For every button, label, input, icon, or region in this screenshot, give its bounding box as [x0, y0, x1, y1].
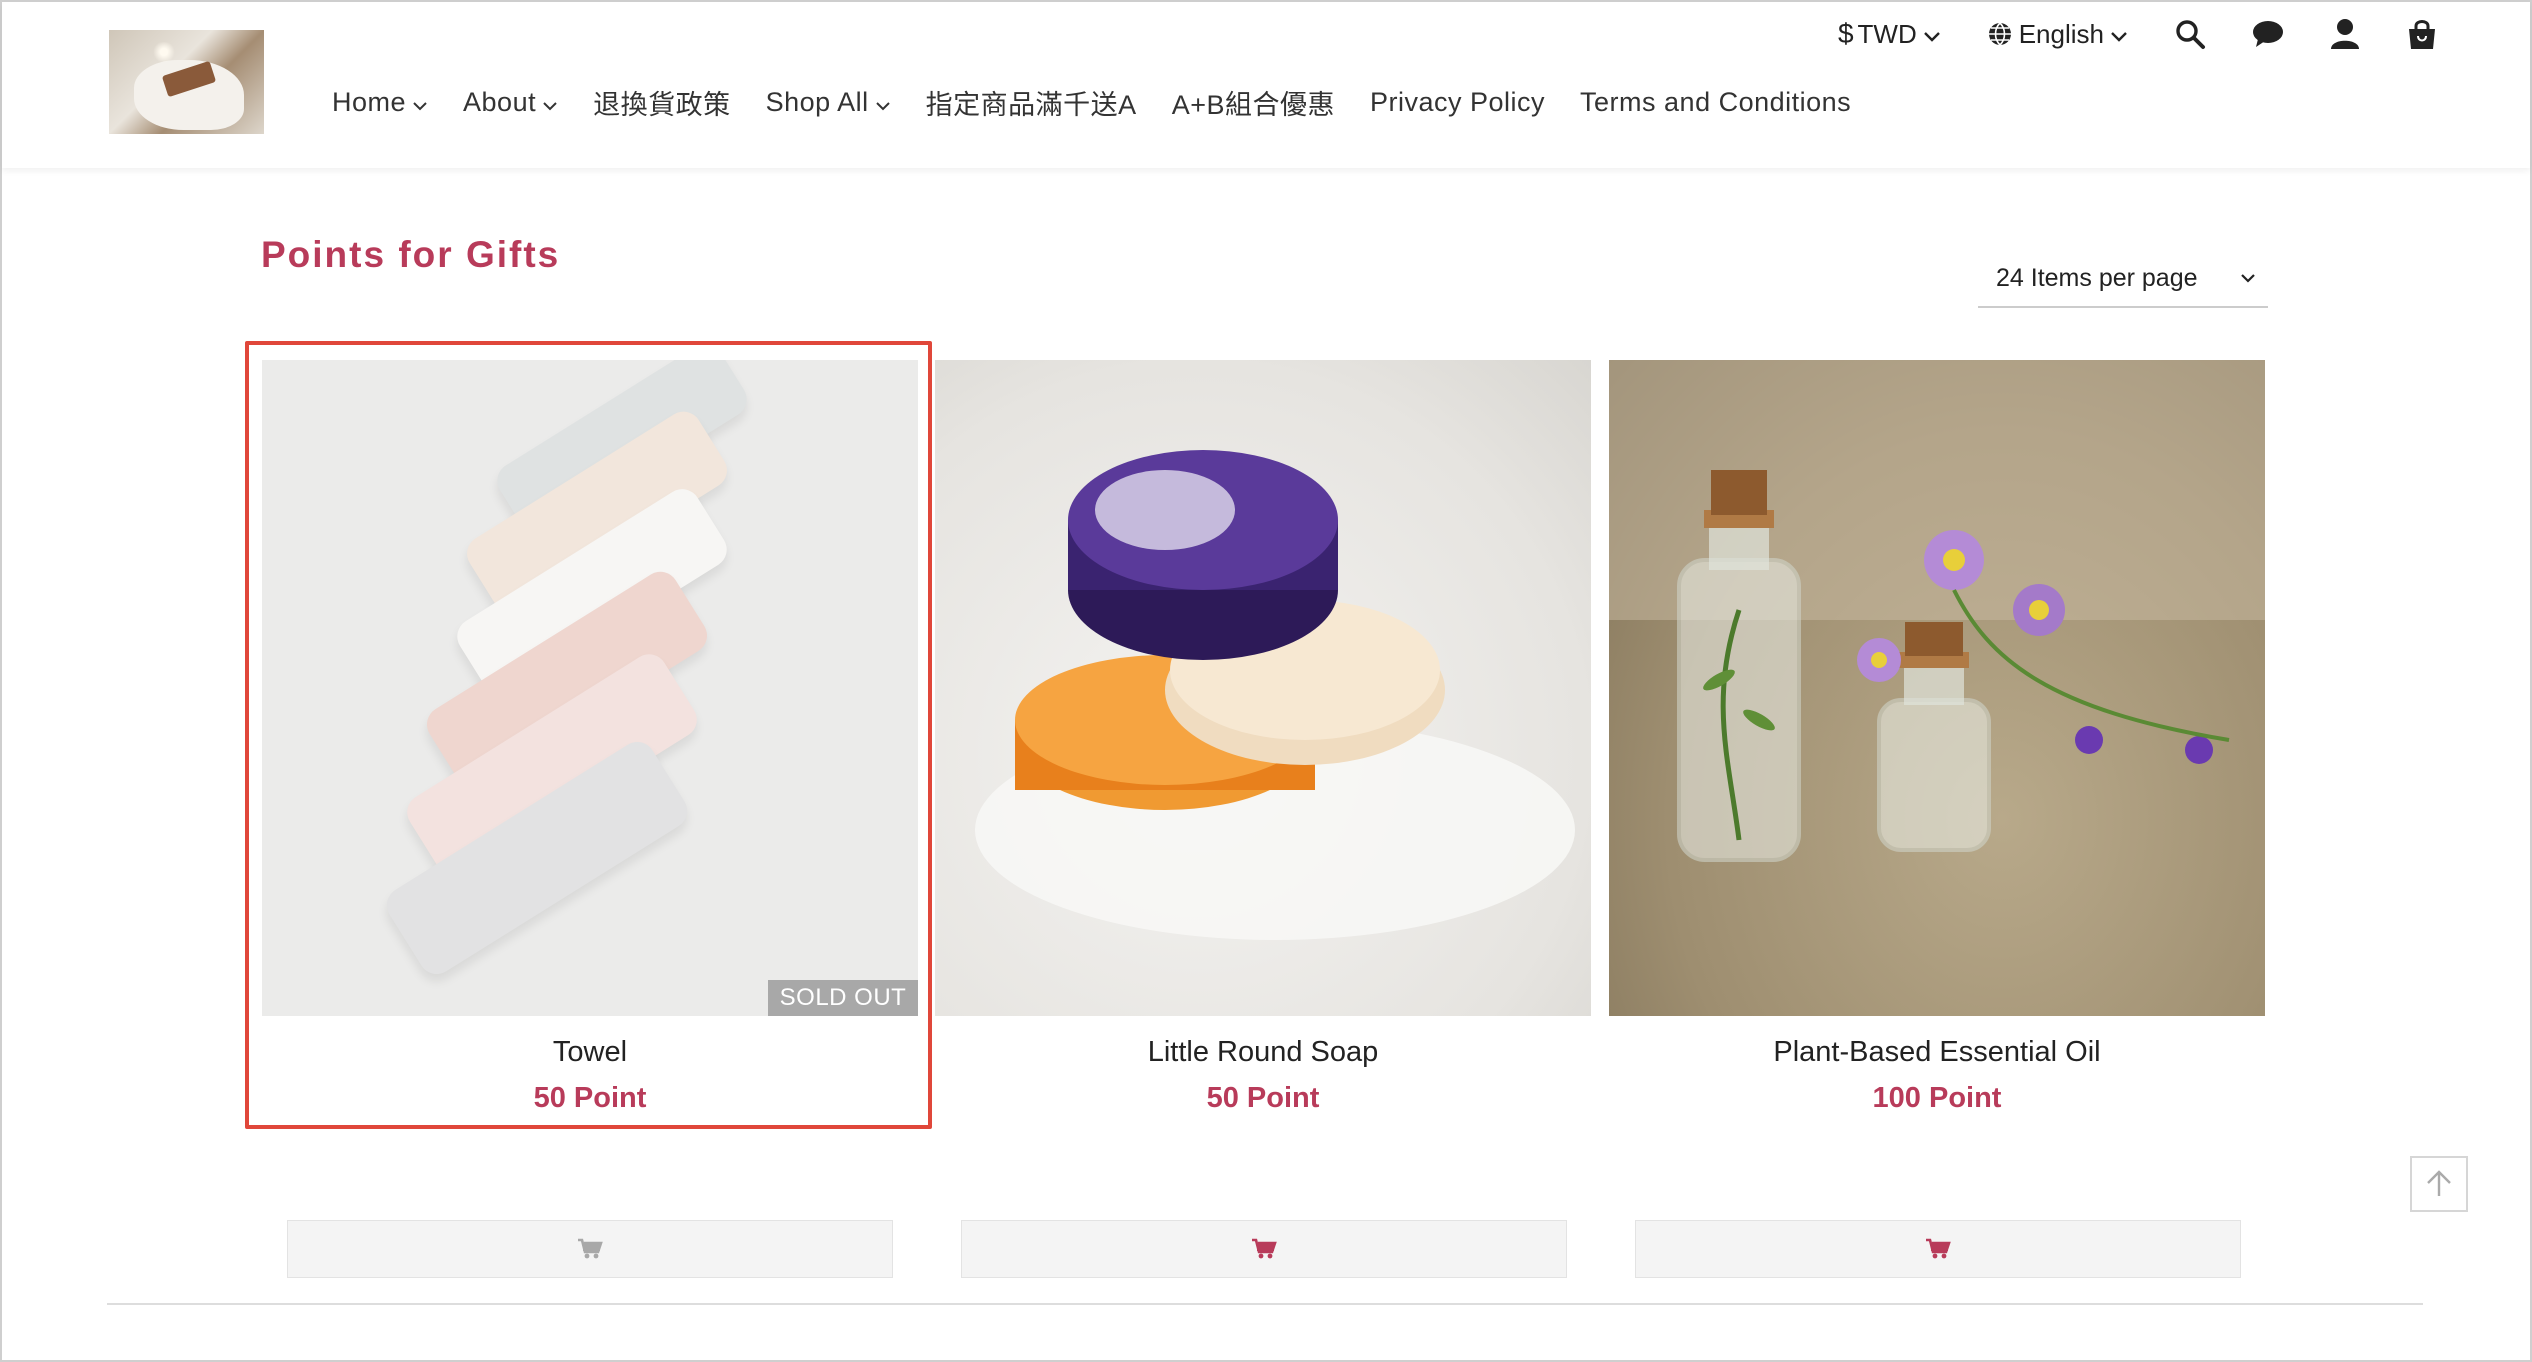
chevron-down-icon	[412, 87, 428, 118]
currency-label: TWD	[1857, 18, 1917, 49]
nav-item-promo-a[interactable]: 指定商品滿千送A	[926, 83, 1137, 122]
add-to-cart-button-essential-oil[interactable]	[1635, 1220, 2241, 1278]
language-selector[interactable]: English	[1987, 19, 2128, 50]
chevron-down-icon	[875, 87, 891, 118]
nav-item-return-policy[interactable]: 退換貨政策	[593, 83, 731, 122]
items-per-page-select[interactable]: 24 Items per page	[1978, 250, 2268, 308]
nav-item-combo-offer[interactable]: A+B組合優惠	[1172, 83, 1335, 122]
main-nav: Home About 退換貨政策 Shop All 指定商品滿千送A A+B組合…	[332, 82, 1886, 122]
nav-item-home[interactable]: Home	[332, 87, 428, 118]
page-title: Points for Gifts	[261, 234, 561, 275]
nav-item-label: Terms and Conditions	[1580, 86, 1852, 117]
chat-icon[interactable]	[2252, 19, 2284, 49]
nav-item-shop-all[interactable]: Shop All	[766, 87, 891, 118]
product-price: 100 Point	[1872, 1082, 2002, 1114]
search-icon[interactable]	[2174, 18, 2206, 50]
nav-item-privacy-policy[interactable]: Privacy Policy	[1370, 87, 1545, 118]
product-name[interactable]: Little Round Soap	[935, 1032, 1591, 1072]
cart-icon	[1251, 1238, 1277, 1260]
chevron-down-icon	[2240, 273, 2256, 283]
arrow-up-icon	[2424, 1169, 2454, 1199]
oil-illustration	[1609, 360, 2265, 862]
cart-icon	[1925, 1238, 1951, 1260]
globe-icon	[1987, 21, 2013, 47]
logo-flower-shape	[149, 42, 179, 62]
store-logo[interactable]	[109, 30, 264, 134]
currency-selector[interactable]: $ TWD	[1838, 18, 1941, 50]
chevron-down-icon	[542, 87, 558, 118]
items-per-page-label: 24 Items per page	[1996, 263, 2198, 292]
user-icon[interactable]	[2330, 18, 2360, 50]
add-to-cart-button-soap[interactable]	[961, 1220, 1567, 1278]
add-to-cart-button-towel[interactable]	[287, 1220, 893, 1278]
site-header: $ TWD English Home About 退換貨政策 Shop All …	[2, 2, 2530, 168]
nav-item-terms[interactable]: Terms and Conditions	[1580, 87, 1851, 118]
product-name[interactable]: Plant-Based Essential Oil	[1609, 1032, 2265, 1072]
nav-item-label: Home	[332, 86, 407, 117]
cart-icon	[577, 1238, 603, 1260]
nav-item-label: Privacy Policy	[1369, 86, 1546, 117]
product-image-essential-oil[interactable]	[1609, 360, 2265, 1016]
product-card-soap[interactable]: Little Round Soap 50 Point	[935, 360, 1591, 1118]
nav-item-label: About	[463, 86, 537, 117]
nav-item-label: 退換貨政策	[593, 89, 731, 120]
product-card-essential-oil[interactable]: Plant-Based Essential Oil 100 Point	[1609, 360, 2265, 1118]
shopping-bag-icon[interactable]	[2406, 18, 2438, 50]
chevron-down-icon	[2110, 19, 2128, 50]
top-utility-bar: $ TWD English	[1838, 16, 2438, 52]
language-label: English	[2018, 18, 2104, 49]
scroll-to-top-button[interactable]	[2410, 1156, 2468, 1212]
selection-highlight-box	[245, 341, 932, 1129]
bottom-divider	[107, 1303, 2423, 1305]
nav-item-about[interactable]: About	[463, 87, 558, 118]
dollar-icon: $	[1837, 18, 1854, 49]
product-price: 50 Point	[1206, 1082, 1320, 1114]
nav-item-label: A+B組合優惠	[1171, 89, 1335, 120]
product-image-soap[interactable]	[935, 360, 1591, 1016]
chevron-down-icon	[1923, 19, 1941, 50]
nav-item-label: Shop All	[765, 86, 869, 117]
nav-item-label: 指定商品滿千送A	[925, 89, 1137, 120]
soap-illustration	[975, 450, 1575, 940]
